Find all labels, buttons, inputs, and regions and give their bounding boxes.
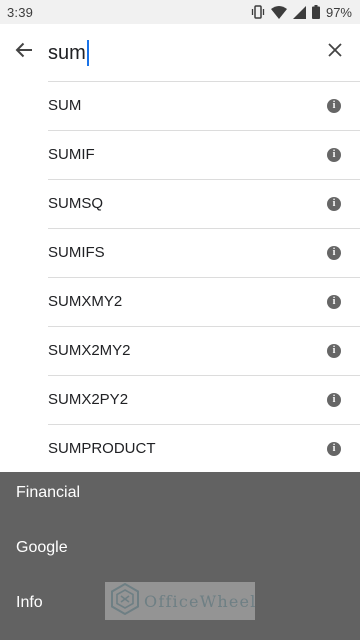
category-financial[interactable]: Financial: [16, 484, 80, 502]
info-icon[interactable]: i: [327, 98, 341, 113]
watermark-logo-icon: [110, 582, 140, 620]
arrow-back-icon: [14, 40, 34, 65]
category-google[interactable]: Google: [16, 539, 68, 557]
status-time: 3:39: [7, 4, 34, 20]
suggestion-item[interactable]: SUMIFS i: [0, 228, 360, 277]
info-icon[interactable]: i: [327, 147, 341, 162]
info-icon[interactable]: i: [327, 294, 341, 309]
suggestion-item[interactable]: SUMX2MY2 i: [0, 326, 360, 375]
suggestion-label: SUMX2MY2: [48, 342, 131, 359]
status-bar: 3:39 97%: [0, 0, 360, 24]
suggestion-label: SUMPRODUCT: [48, 440, 156, 457]
suggestion-label: SUMX2PY2: [48, 391, 129, 408]
suggestion-label: SUMSQ: [48, 195, 104, 212]
suggestion-item[interactable]: SUMIF i: [0, 130, 360, 179]
suggestion-label: SUMIFS: [48, 244, 105, 261]
info-icon[interactable]: i: [327, 245, 341, 260]
suggestion-label: SUMXMY2: [48, 293, 123, 310]
watermark: OfficeWheel: [105, 582, 255, 620]
watermark-text: OfficeWheel: [144, 591, 257, 611]
clear-search-button[interactable]: [322, 39, 348, 65]
wifi-icon: [270, 5, 287, 19]
status-icons: 97%: [251, 5, 352, 20]
suggestion-list: SUM i SUMIF i SUMSQ i SUMIFS i SUMXMY2 i…: [0, 81, 360, 473]
info-icon[interactable]: i: [327, 392, 341, 407]
info-icon[interactable]: i: [327, 196, 341, 211]
suggestion-item[interactable]: SUM i: [0, 81, 360, 130]
suggestion-label: SUM: [48, 97, 82, 114]
search-input[interactable]: sum: [48, 37, 298, 69]
battery-icon: [311, 5, 320, 19]
category-info[interactable]: Info: [16, 594, 43, 612]
info-icon[interactable]: i: [327, 343, 341, 358]
vibrate-icon: [251, 5, 265, 19]
suggestion-item[interactable]: SUMXMY2 i: [0, 277, 360, 326]
back-button[interactable]: [10, 38, 38, 66]
battery-percent: 97%: [325, 4, 352, 20]
info-icon[interactable]: i: [327, 441, 341, 456]
suggestion-label: SUMIF: [48, 146, 95, 163]
close-icon: [327, 42, 343, 63]
search-query: sum: [48, 41, 86, 64]
suggestion-item[interactable]: SUMSQ i: [0, 179, 360, 228]
search-bar: sum: [0, 24, 360, 81]
signal-icon: [292, 5, 306, 19]
suggestion-item[interactable]: SUMPRODUCT i: [0, 424, 360, 473]
text-caret: [86, 40, 89, 66]
suggestion-item[interactable]: SUMX2PY2 i: [0, 375, 360, 424]
